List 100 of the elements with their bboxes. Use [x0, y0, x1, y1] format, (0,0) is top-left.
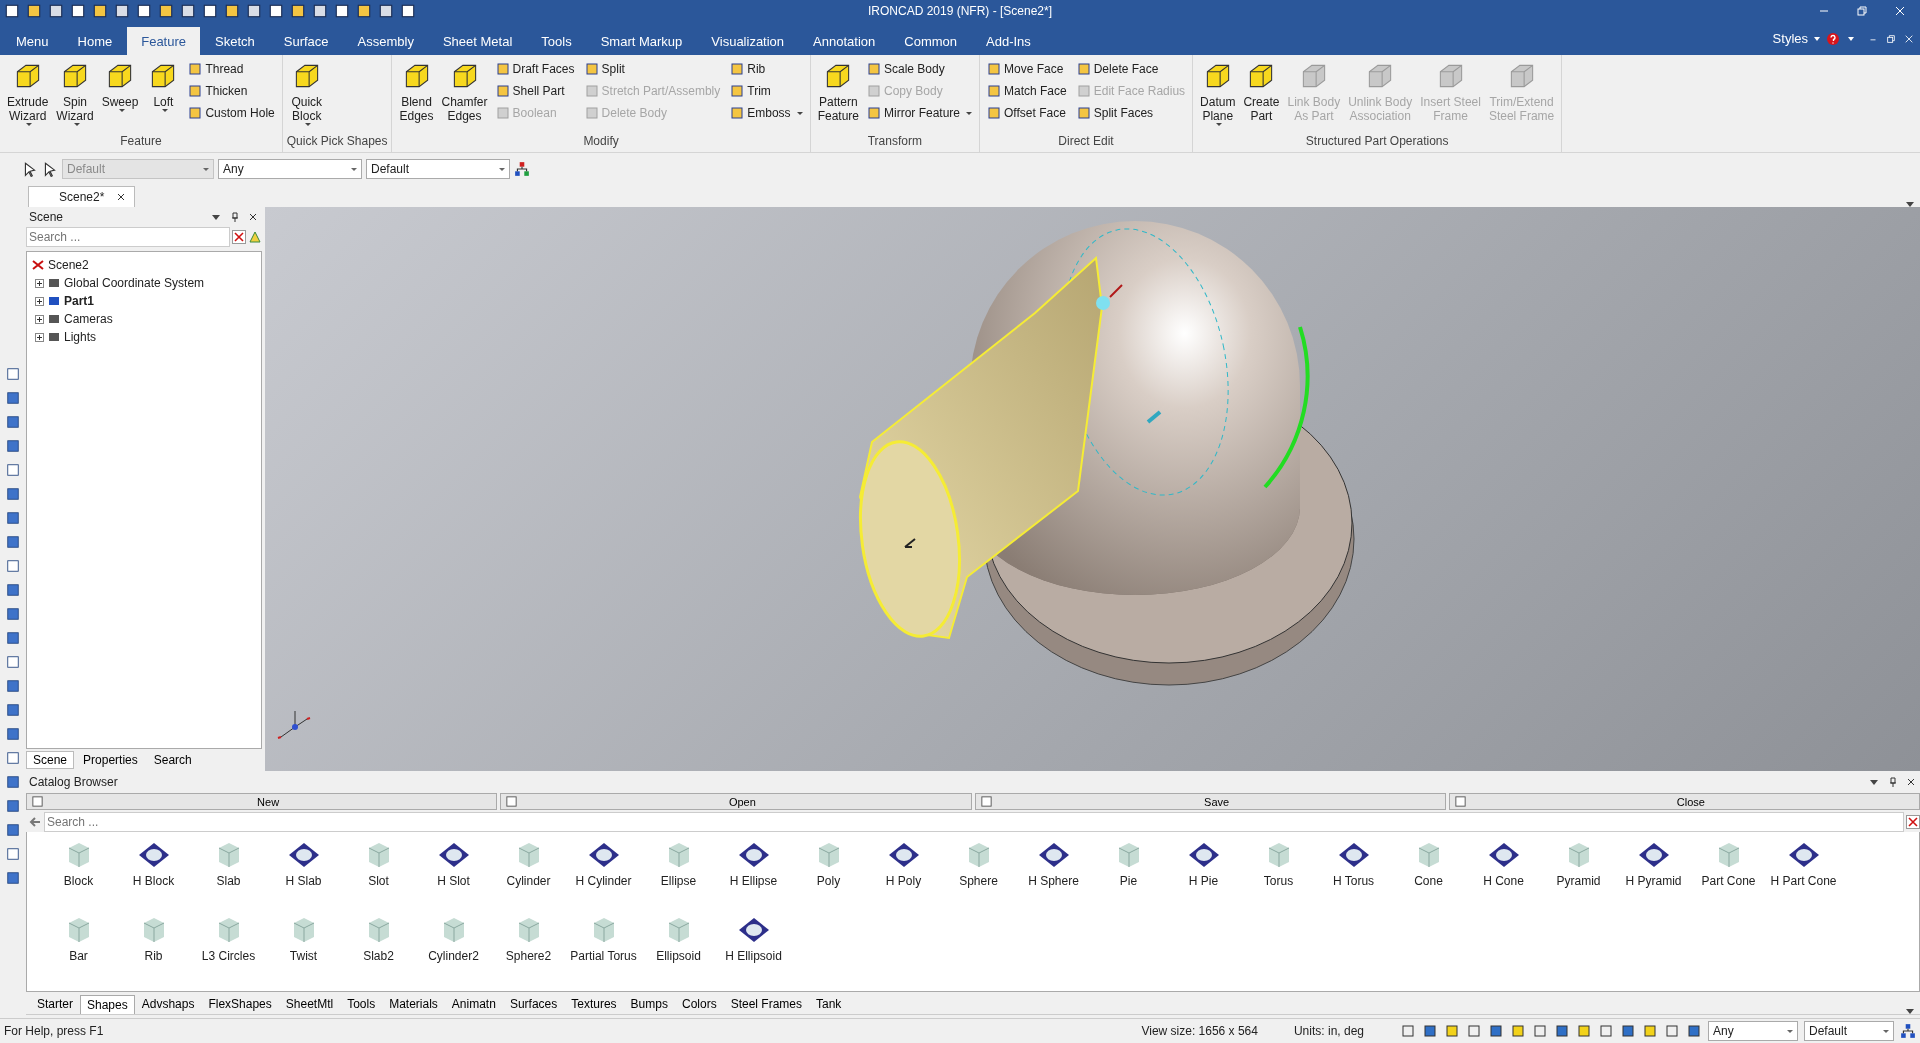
- ribbon-button[interactable]: Sweep: [98, 57, 142, 134]
- ribbon-tab[interactable]: Sheet Metal: [428, 27, 527, 55]
- tool-icon[interactable]: [6, 727, 20, 741]
- pin-icon[interactable]: [230, 212, 240, 222]
- ribbon-tab[interactable]: Menu: [2, 27, 63, 55]
- toolbar-icon[interactable]: [114, 3, 130, 19]
- ribbon-tab[interactable]: Common: [890, 27, 971, 55]
- dropdown[interactable]: Default: [366, 159, 510, 179]
- ribbon-tab[interactable]: Visualization: [697, 27, 799, 55]
- search-field[interactable]: Search ...: [26, 227, 230, 247]
- select-icon[interactable]: [42, 161, 58, 177]
- catalog-tab[interactable]: Starter: [30, 994, 80, 1014]
- catalog-tab[interactable]: Steel Frames: [723, 994, 809, 1014]
- tree-item[interactable]: Scene2: [48, 258, 89, 272]
- caret-icon[interactable]: [1814, 36, 1820, 41]
- toolbar-icon[interactable]: [378, 3, 394, 19]
- catalog-tab[interactable]: Tools: [340, 994, 383, 1014]
- ribbon-tab[interactable]: Surface: [269, 27, 343, 55]
- tool-icon[interactable]: [6, 847, 20, 861]
- tool-icon[interactable]: [6, 511, 20, 525]
- expand-icon[interactable]: [35, 314, 44, 324]
- catalog-tab[interactable]: Surfaces: [502, 994, 565, 1014]
- ribbon-button[interactable]: Chamfer Edges: [438, 57, 491, 134]
- toolbar-icon[interactable]: [246, 3, 262, 19]
- ribbon-tab[interactable]: Assembly: [343, 27, 428, 55]
- ribbon-button[interactable]: Blend Edges: [396, 57, 437, 134]
- ribbon-button[interactable]: Split Faces: [1073, 102, 1189, 124]
- document-tab[interactable]: Scene2*: [28, 186, 136, 207]
- panel-tab[interactable]: Properties: [76, 751, 145, 769]
- tool-icon[interactable]: [6, 631, 20, 645]
- tool-icon[interactable]: [6, 703, 20, 717]
- tool-icon[interactable]: [6, 799, 20, 813]
- tool-icon[interactable]: [6, 367, 20, 381]
- ribbon-button[interactable]: Custom Hole: [185, 102, 278, 124]
- tool-icon[interactable]: [6, 871, 20, 885]
- catalog-button[interactable]: Save: [974, 793, 1446, 810]
- toolbar-icon[interactable]: [290, 3, 306, 19]
- toolbar-icon[interactable]: [4, 3, 20, 19]
- toolbar-icon[interactable]: [224, 3, 240, 19]
- ribbon-button[interactable]: Emboss: [727, 102, 806, 124]
- toolbar-icon[interactable]: [400, 3, 416, 19]
- ribbon-button[interactable]: Datum Plane: [1197, 57, 1239, 134]
- expand-icon[interactable]: [35, 296, 44, 306]
- toolbar-icon[interactable]: [48, 3, 64, 19]
- ribbon-button[interactable]: Move Face: [984, 58, 1070, 80]
- toolbar-icon[interactable]: [136, 3, 152, 19]
- caret-icon[interactable]: [1848, 36, 1854, 41]
- ribbon-button[interactable]: Shell Part: [492, 80, 578, 102]
- view-tool-icon[interactable]: [1422, 1023, 1438, 1039]
- catalog-tab[interactable]: Advshaps: [134, 994, 202, 1014]
- restore-icon[interactable]: [1856, 5, 1868, 17]
- ribbon-tab[interactable]: Tools: [527, 27, 586, 55]
- tool-icon[interactable]: [6, 583, 20, 597]
- tool-icon[interactable]: [6, 751, 20, 765]
- panel-tab[interactable]: Search: [146, 751, 199, 769]
- search-field[interactable]: Search ...: [44, 812, 1904, 832]
- catalog-tab[interactable]: SheetMtl: [278, 994, 341, 1014]
- ribbon-button[interactable]: Thread: [185, 58, 278, 80]
- tool-icon[interactable]: [6, 607, 20, 621]
- ribbon-button[interactable]: Thicken: [185, 80, 278, 102]
- help-icon[interactable]: [1826, 31, 1840, 46]
- catalog-tab[interactable]: Textures: [564, 994, 624, 1014]
- hierarchy-icon[interactable]: [1900, 1023, 1916, 1039]
- catalog-button[interactable]: Open: [500, 793, 972, 810]
- tool-icon[interactable]: [6, 559, 20, 573]
- view-tool-icon[interactable]: [1576, 1023, 1592, 1039]
- tree-item[interactable]: Cameras: [64, 312, 113, 326]
- toolbar-icon[interactable]: [312, 3, 328, 19]
- catalog-tab[interactable]: Bumps: [623, 994, 675, 1014]
- toolbar-icon[interactable]: [202, 3, 218, 19]
- select-icon[interactable]: [22, 161, 38, 177]
- dropdown[interactable]: Any: [1708, 1021, 1798, 1041]
- pin-icon[interactable]: [1888, 777, 1898, 787]
- expand-icon[interactable]: [35, 278, 44, 288]
- catalog-tab[interactable]: Shapes: [80, 995, 135, 1014]
- view-tool-icon[interactable]: [1488, 1023, 1504, 1039]
- view-tool-icon[interactable]: [1444, 1023, 1460, 1039]
- ribbon-tab[interactable]: Home: [63, 27, 127, 55]
- close-icon[interactable]: [248, 212, 258, 222]
- tool-icon[interactable]: [6, 655, 20, 669]
- ribbon-tab[interactable]: Sketch: [201, 27, 269, 55]
- catalog-tab[interactable]: Animatn: [444, 994, 503, 1014]
- catalog-tab[interactable]: FlexShapes: [201, 994, 279, 1014]
- restore-icon[interactable]: [1886, 33, 1896, 44]
- styles-menu[interactable]: Styles: [1772, 31, 1808, 46]
- view-tool-icon[interactable]: [1686, 1023, 1702, 1039]
- tool-icon[interactable]: [6, 535, 20, 549]
- ribbon-button[interactable]: Trim: [727, 80, 806, 102]
- ribbon-button[interactable]: Rib: [727, 58, 806, 80]
- toolbar-icon[interactable]: [356, 3, 372, 19]
- clear-icon[interactable]: [232, 230, 246, 244]
- toolbar-icon[interactable]: [70, 3, 86, 19]
- filter-icon[interactable]: [248, 230, 262, 244]
- view-tool-icon[interactable]: [1620, 1023, 1636, 1039]
- ribbon-button[interactable]: Quick Block: [286, 57, 327, 134]
- tool-icon[interactable]: [6, 439, 20, 453]
- ribbon-button[interactable]: Split: [581, 58, 724, 80]
- tree-item[interactable]: Lights: [64, 330, 97, 344]
- view-tool-icon[interactable]: [1510, 1023, 1526, 1039]
- view-tool-icon[interactable]: [1642, 1023, 1658, 1039]
